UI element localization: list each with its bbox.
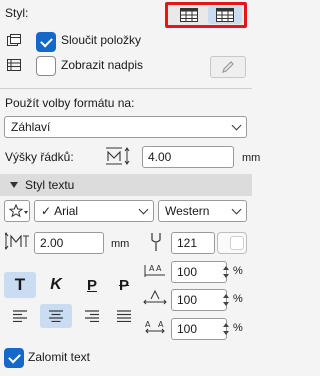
row-height-icon — [106, 147, 130, 165]
letter-spacing-input[interactable]: 100 — [171, 318, 227, 340]
letter-spacing-value: 100 — [177, 322, 198, 336]
char-spacing-input[interactable]: 100 — [171, 261, 227, 283]
text-style-section-header[interactable]: Styl textu — [0, 174, 252, 196]
row-height-value: 4.00 — [148, 150, 172, 164]
show-heading-label: Zobrazit nadpis — [61, 58, 144, 72]
font-value: Arial — [54, 204, 79, 218]
merge-items-icon — [7, 34, 21, 46]
underline-glyph: P — [86, 276, 97, 294]
table-grid-alt-button[interactable] — [208, 6, 242, 24]
heading-list-icon — [7, 59, 21, 71]
row-height-label: Výšky řádků: — [5, 150, 74, 164]
chevron-down-icon — [231, 120, 242, 131]
favorite-style-button[interactable] — [4, 200, 30, 222]
pen-number-value: 121 — [177, 236, 198, 250]
align-right-button[interactable] — [76, 304, 108, 328]
chevron-down-icon — [24, 211, 28, 214]
font-select[interactable]: ✓ Arial — [34, 200, 154, 222]
align-justify-button[interactable] — [108, 304, 140, 328]
bold-glyph: T — [14, 275, 26, 294]
row-height-unit: mm — [242, 152, 261, 164]
text-size-value: 2.00 — [40, 236, 64, 250]
italic-glyph: K — [50, 276, 62, 293]
merge-items-checkbox[interactable] — [36, 32, 56, 52]
align-right-icon — [85, 310, 99, 322]
star-icon — [9, 204, 24, 218]
strikethrough-button[interactable]: P — [108, 272, 140, 298]
width-factor-value: 100 — [177, 293, 198, 307]
style-label: Styl: — [5, 6, 29, 20]
script-select[interactable]: Western — [158, 200, 247, 222]
letter-spacing-unit: % — [233, 322, 243, 334]
pen-color-swatch[interactable] — [217, 232, 247, 254]
chevron-down-icon — [138, 204, 149, 215]
svg-text:A: A — [158, 320, 164, 329]
char-spacing-stepper-icon[interactable] — [223, 264, 229, 280]
format-target-select[interactable]: Záhlaví — [4, 116, 247, 138]
pen-number-input[interactable]: 121 — [171, 232, 215, 254]
align-left-icon — [13, 310, 27, 322]
width-factor-stepper-icon[interactable] — [223, 292, 229, 308]
row-height-input[interactable]: 4.00 — [142, 146, 234, 168]
width-factor-unit: % — [233, 293, 243, 305]
table-style-toggle — [165, 2, 247, 28]
svg-text:A: A — [149, 264, 155, 273]
align-center-button[interactable] — [40, 304, 72, 328]
align-center-icon — [49, 310, 63, 322]
checkmark-icon: ✓ — [41, 204, 52, 218]
divider — [0, 88, 252, 89]
wrap-text-checkbox[interactable] — [4, 348, 24, 368]
italic-button[interactable]: K — [40, 272, 72, 298]
pencil-icon — [222, 61, 234, 73]
svg-text:A: A — [156, 264, 162, 273]
char-spacing-icon: A A — [144, 264, 165, 277]
table-grid-button[interactable] — [172, 6, 206, 24]
format-target-label: Použít volby formátu na: — [5, 96, 135, 110]
text-size-unit: mm — [111, 238, 130, 250]
format-target-value: Záhlaví — [11, 120, 51, 134]
char-spacing-value: 100 — [177, 265, 198, 279]
letter-spacing-icon: A A — [145, 320, 165, 334]
strikethrough-glyph: P — [118, 276, 129, 294]
width-factor-icon — [143, 289, 167, 305]
text-size-icon — [5, 232, 29, 250]
collapse-triangle-icon — [10, 182, 18, 188]
edit-button[interactable] — [210, 56, 246, 78]
text-size-input[interactable]: 2.00 — [34, 232, 104, 254]
show-heading-checkbox[interactable] — [36, 56, 56, 76]
text-style-section-label: Styl textu — [25, 178, 75, 192]
width-factor-input[interactable]: 100 — [171, 289, 227, 311]
pen-color-preview — [230, 236, 244, 250]
bold-button[interactable]: T — [4, 272, 36, 298]
underline-button[interactable]: P — [76, 272, 108, 298]
char-spacing-unit: % — [233, 265, 243, 277]
pen-icon — [151, 233, 161, 251]
table-grid-icon — [180, 8, 198, 22]
chevron-down-icon — [231, 204, 242, 215]
align-justify-icon — [117, 310, 131, 322]
script-value: Western — [165, 204, 210, 218]
letter-spacing-stepper-icon[interactable] — [223, 321, 229, 337]
svg-text:A: A — [145, 320, 151, 329]
merge-items-label: Sloučit položky — [61, 33, 142, 47]
table-grid-header-icon — [216, 8, 234, 22]
align-left-button[interactable] — [4, 304, 36, 328]
wrap-text-label: Zalomit text — [28, 350, 91, 364]
